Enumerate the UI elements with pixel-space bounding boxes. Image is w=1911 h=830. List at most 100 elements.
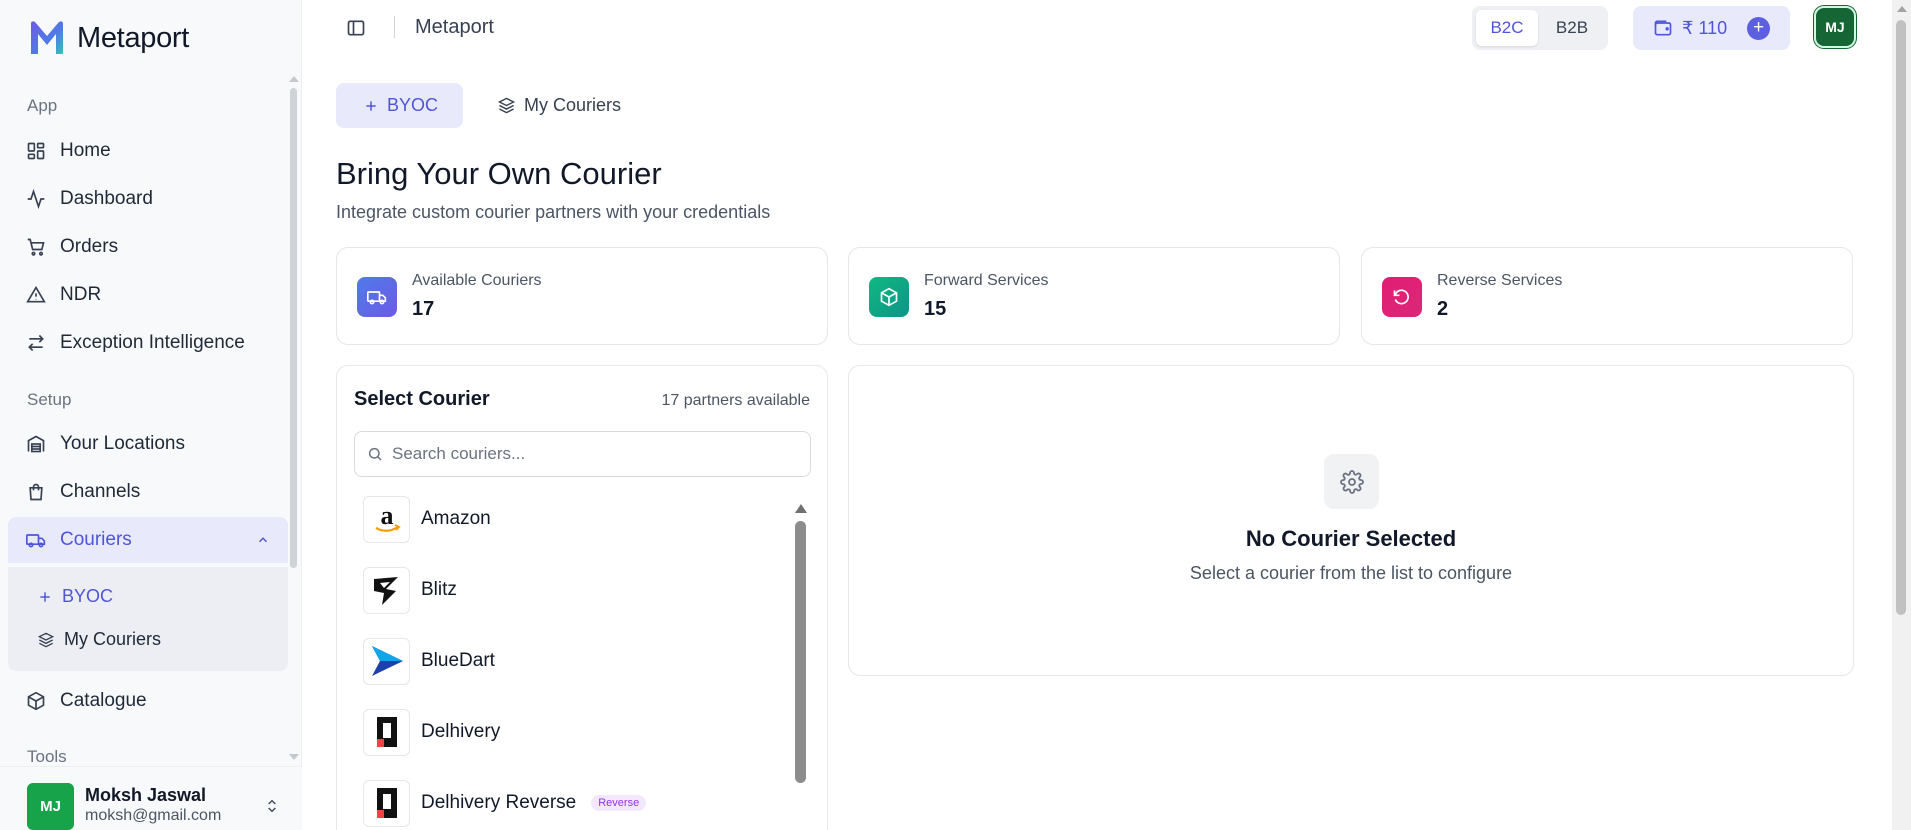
courier-name: Delhivery — [421, 721, 501, 742]
bluedart-logo-icon — [363, 637, 410, 685]
divider — [394, 16, 395, 38]
couriers-submenu: BYOC My Couriers — [8, 567, 288, 671]
package-icon — [880, 287, 898, 307]
stat-card-forward-services: Forward Services 15 — [848, 247, 1340, 345]
empty-state-title: No Courier Selected — [1245, 526, 1457, 551]
empty-state-icon-box — [1324, 454, 1379, 509]
reverse-badge: Reverse — [591, 795, 647, 811]
page-title: Bring Your Own Courier — [336, 156, 662, 191]
stat-label: Forward Services — [924, 272, 1049, 289]
warehouse-icon — [27, 435, 45, 453]
svg-text:a: a — [380, 502, 393, 530]
delhivery-logo-icon — [363, 708, 410, 756]
sidebar-item-channels[interactable]: Channels — [8, 469, 288, 515]
courier-item-amazon[interactable]: a Amazon — [363, 494, 783, 544]
stat-icon-box — [869, 277, 909, 317]
list-scroll-up[interactable] — [795, 504, 807, 513]
tab-label: My Couriers — [524, 95, 622, 115]
tab-my-couriers[interactable]: My Couriers — [482, 83, 642, 128]
user-menu[interactable]: MJ Moksh Jaswal moksh@gmail.com — [0, 766, 302, 830]
alert-triangle-icon — [26, 285, 46, 303]
sidebar-item-label: Couriers — [60, 529, 132, 550]
courier-config-panel: No Courier Selected Select a courier fro… — [848, 365, 1854, 676]
courier-item-delhivery-reverse[interactable]: Delhivery Reverse Reverse — [363, 778, 783, 828]
panel-title: Select Courier — [354, 388, 490, 410]
stat-icon-box — [357, 277, 397, 317]
stat-icon-box — [1382, 277, 1422, 317]
chevrons-up-down-icon — [268, 799, 276, 813]
app-name: Metaport — [77, 21, 190, 54]
sidebar-item-catalogue[interactable]: Catalogue — [8, 678, 288, 724]
search-box — [354, 431, 811, 477]
mode-b2b-button[interactable]: B2B — [1540, 10, 1604, 46]
sidebar-item-label: Exception Intelligence — [60, 332, 245, 353]
stat-value: 17 — [412, 298, 435, 320]
topbar: Metaport B2C B2B ₹ 110 + MJ — [302, 0, 1892, 56]
rotate-ccw-icon — [1393, 289, 1409, 305]
page-scrollbar[interactable] — [1896, 20, 1906, 615]
sidebar-item-exception-intelligence[interactable]: Exception Intelligence — [8, 320, 288, 366]
courier-name: Delhivery Reverse — [421, 792, 577, 813]
search-icon — [368, 447, 382, 461]
courier-list: a Amazon Blitz BlueDart Delhivery Delhiv… — [337, 494, 827, 830]
empty-state-subtitle: Select a courier from the list to config… — [1189, 563, 1513, 583]
sidebar-item-dashboard[interactable]: Dashboard — [8, 176, 288, 222]
cart-icon — [27, 238, 45, 256]
courier-select-panel: Select Courier 17 partners available a A… — [336, 365, 828, 830]
courier-item-delhivery[interactable]: Delhivery — [363, 707, 783, 757]
truck-icon — [26, 534, 46, 548]
delhivery-logo-icon — [363, 779, 410, 827]
mode-switch: B2C B2B — [1472, 6, 1608, 50]
truck-icon — [367, 291, 387, 305]
stat-card-available-couriers: Available Couriers 17 — [336, 247, 828, 345]
plus-icon — [40, 591, 50, 602]
add-funds-button[interactable]: + — [1747, 17, 1770, 40]
sidebar-scroll-up[interactable] — [289, 76, 299, 82]
partners-count: 17 partners available — [661, 392, 810, 409]
mode-b2c-button[interactable]: B2C — [1476, 10, 1538, 46]
app-logo[interactable]: Metaport — [27, 18, 189, 58]
sidebar-item-couriers[interactable]: Couriers — [8, 517, 288, 563]
package-icon — [27, 691, 45, 711]
sidebar-item-orders[interactable]: Orders — [8, 224, 288, 270]
sidebar-toggle-icon[interactable] — [346, 18, 366, 38]
metaport-logo-icon — [31, 21, 63, 54]
sidebar: Metaport App Home Dashboard Orders NDR E… — [0, 0, 302, 830]
sidebar-subitem-my-couriers[interactable]: My Couriers — [38, 629, 161, 650]
page-scroll-up[interactable] — [1897, 6, 1907, 12]
breadcrumb: Metaport — [415, 16, 494, 38]
sidebar-scrollbar[interactable] — [290, 88, 297, 568]
sidebar-item-label: Catalogue — [60, 690, 147, 711]
section-label-tools: Tools — [27, 747, 67, 766]
tab-byoc[interactable]: BYOC — [336, 83, 463, 128]
search-input[interactable] — [392, 444, 792, 464]
sidebar-item-your-locations[interactable]: Your Locations — [8, 421, 288, 467]
sidebar-item-home[interactable]: Home — [8, 128, 288, 174]
wallet-icon — [1654, 20, 1672, 36]
sidebar-item-label: Your Locations — [60, 433, 186, 454]
courier-item-bluedart[interactable]: BlueDart — [363, 636, 783, 686]
wallet-button[interactable]: ₹ 110 + — [1633, 6, 1790, 50]
wallet-balance: ₹ 110 — [1682, 17, 1728, 38]
list-scrollbar[interactable] — [795, 521, 806, 783]
activity-icon — [27, 189, 45, 209]
amazon-logo-icon: a — [363, 495, 410, 543]
stat-card-reverse-services: Reverse Services 2 — [1361, 247, 1853, 345]
stat-label: Reverse Services — [1437, 272, 1563, 289]
stat-value: 15 — [924, 298, 947, 320]
stat-value: 2 — [1437, 298, 1449, 320]
sidebar-subitem-label: BYOC — [62, 586, 114, 606]
user-name: Moksh Jaswal — [85, 785, 207, 805]
chevron-up-icon — [258, 537, 268, 543]
layers-icon — [38, 632, 54, 647]
sidebar-scroll-down[interactable] — [289, 754, 299, 760]
arrows-icon — [28, 334, 44, 352]
sidebar-item-ndr[interactable]: NDR — [8, 272, 288, 318]
stat-label: Available Couriers — [412, 272, 542, 289]
courier-item-blitz[interactable]: Blitz — [363, 565, 783, 615]
profile-avatar[interactable]: MJ — [1814, 6, 1856, 48]
sidebar-item-label: Channels — [60, 481, 141, 502]
sidebar-subitem-label: My Couriers — [64, 629, 162, 649]
grid-icon — [27, 142, 45, 160]
sidebar-subitem-byoc[interactable]: BYOC — [38, 586, 113, 607]
